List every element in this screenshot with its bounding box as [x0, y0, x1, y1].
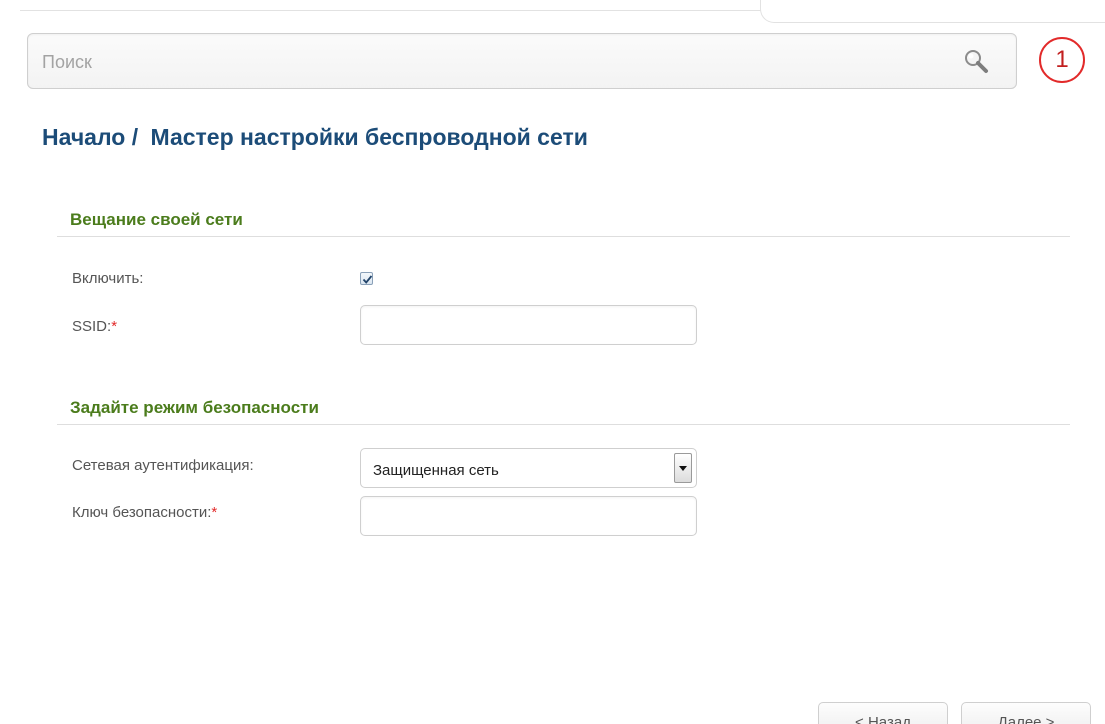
enable-label: Включить: [72, 270, 144, 287]
next-button[interactable]: Далее > [961, 702, 1091, 724]
section-title-security: Задайте режим безопасности [70, 398, 319, 417]
back-button-label[interactable]: < Назад [818, 702, 948, 724]
auth-select-value: Защищенная сеть [373, 462, 499, 479]
required-marker: * [211, 504, 218, 521]
next-button-label[interactable]: Далее > [961, 702, 1091, 724]
security-key-input[interactable] [360, 496, 697, 536]
breadcrumb-home[interactable]: Начало / [42, 124, 138, 150]
auth-label: Сетевая аутентификация: [72, 457, 254, 474]
section-divider [57, 424, 1070, 425]
key-label: Ключ безопасности:* [72, 504, 217, 521]
search-icon[interactable] [963, 48, 989, 74]
breadcrumb-current: Мастер настройки беспроводной сети [150, 124, 588, 150]
section-divider [57, 236, 1070, 237]
enable-checkbox[interactable] [360, 272, 373, 285]
page: 1 Начало / Мастер настройки беспроводной… [0, 0, 1105, 724]
tab-notch [760, 0, 1105, 23]
page-title: Начало / Мастер настройки беспроводной с… [42, 124, 588, 151]
notification-badge[interactable]: 1 [1039, 37, 1085, 83]
ssid-label: SSID:* [72, 318, 117, 335]
section-title-broadcast: Вещание своей сети [70, 210, 243, 229]
back-button[interactable]: < Назад [818, 702, 948, 724]
ssid-input[interactable] [360, 305, 697, 345]
search-box[interactable] [27, 33, 1017, 90]
auth-select[interactable]: Защищенная сеть [360, 448, 697, 488]
required-marker: * [111, 318, 118, 335]
search-input[interactable] [40, 34, 944, 90]
key-label-text: Ключ безопасности: [72, 504, 212, 521]
checkmark-icon [362, 275, 373, 284]
ssid-label-text: SSID: [72, 318, 112, 335]
chevron-down-icon[interactable] [674, 453, 692, 483]
